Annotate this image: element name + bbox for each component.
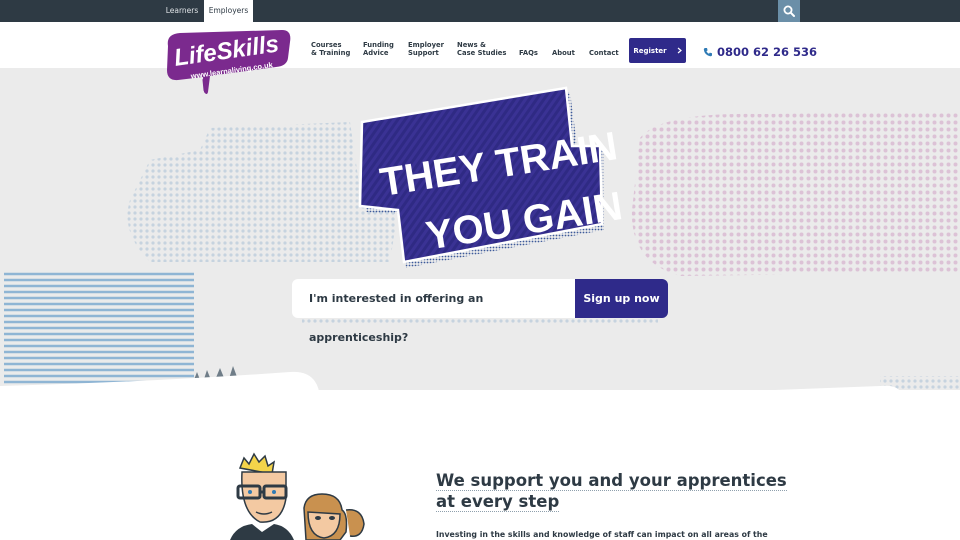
heading-line-2: at every step bbox=[436, 492, 560, 512]
section-heading: We support you and your apprentices at e… bbox=[436, 470, 796, 512]
nav-label: Case Studies bbox=[457, 49, 507, 57]
heading-line-1: We support you and your apprentices bbox=[436, 471, 787, 491]
nav-label: Courses bbox=[311, 41, 342, 49]
nav-about[interactable]: About bbox=[552, 49, 575, 57]
support-section bbox=[0, 390, 960, 540]
nav-employer-support[interactable]: Employer Support bbox=[408, 41, 444, 57]
search-button[interactable] bbox=[778, 0, 800, 22]
nav-courses-training[interactable]: Courses & Training bbox=[311, 41, 350, 57]
nav-contact[interactable]: Contact bbox=[589, 49, 619, 57]
hero-illustration: THEY TRAIN YOU GAIN bbox=[0, 86, 960, 400]
dotted-shape-right bbox=[631, 112, 960, 276]
section-body-text: Investing in the skills and knowledge of… bbox=[436, 530, 768, 539]
phone-icon bbox=[703, 48, 712, 57]
apprenticeship-prompt[interactable]: I'm interested in offering an apprentice… bbox=[292, 279, 576, 344]
headline-badge: THEY TRAIN YOU GAIN bbox=[358, 86, 625, 268]
register-label: Register bbox=[633, 46, 667, 55]
utility-bar: Learners Employers bbox=[0, 0, 960, 22]
nav-label: Support bbox=[408, 49, 439, 57]
nav-label: News & bbox=[457, 41, 486, 49]
nav-label: Advice bbox=[363, 49, 389, 57]
nav-news-case-studies[interactable]: News & Case Studies bbox=[457, 41, 506, 57]
nav-funding-advice[interactable]: Funding Advice bbox=[363, 41, 394, 57]
phone-number: 0800 62 26 536 bbox=[717, 45, 818, 59]
search-icon bbox=[783, 5, 795, 17]
sign-up-button[interactable]: Sign up now bbox=[575, 279, 668, 318]
tab-employers[interactable]: Employers bbox=[204, 0, 253, 22]
tab-learners[interactable]: Learners bbox=[162, 0, 202, 22]
nav-faqs[interactable]: FAQs bbox=[519, 49, 538, 57]
nav-label: & Training bbox=[311, 49, 351, 57]
nav-label: Funding bbox=[363, 41, 394, 49]
apprentices-illustration bbox=[230, 452, 365, 540]
nav-label: Employer bbox=[408, 41, 444, 49]
register-button[interactable]: Register bbox=[629, 38, 686, 63]
phone-link[interactable]: 0800 62 26 536 bbox=[703, 45, 817, 59]
chevron-right-icon bbox=[677, 47, 682, 54]
